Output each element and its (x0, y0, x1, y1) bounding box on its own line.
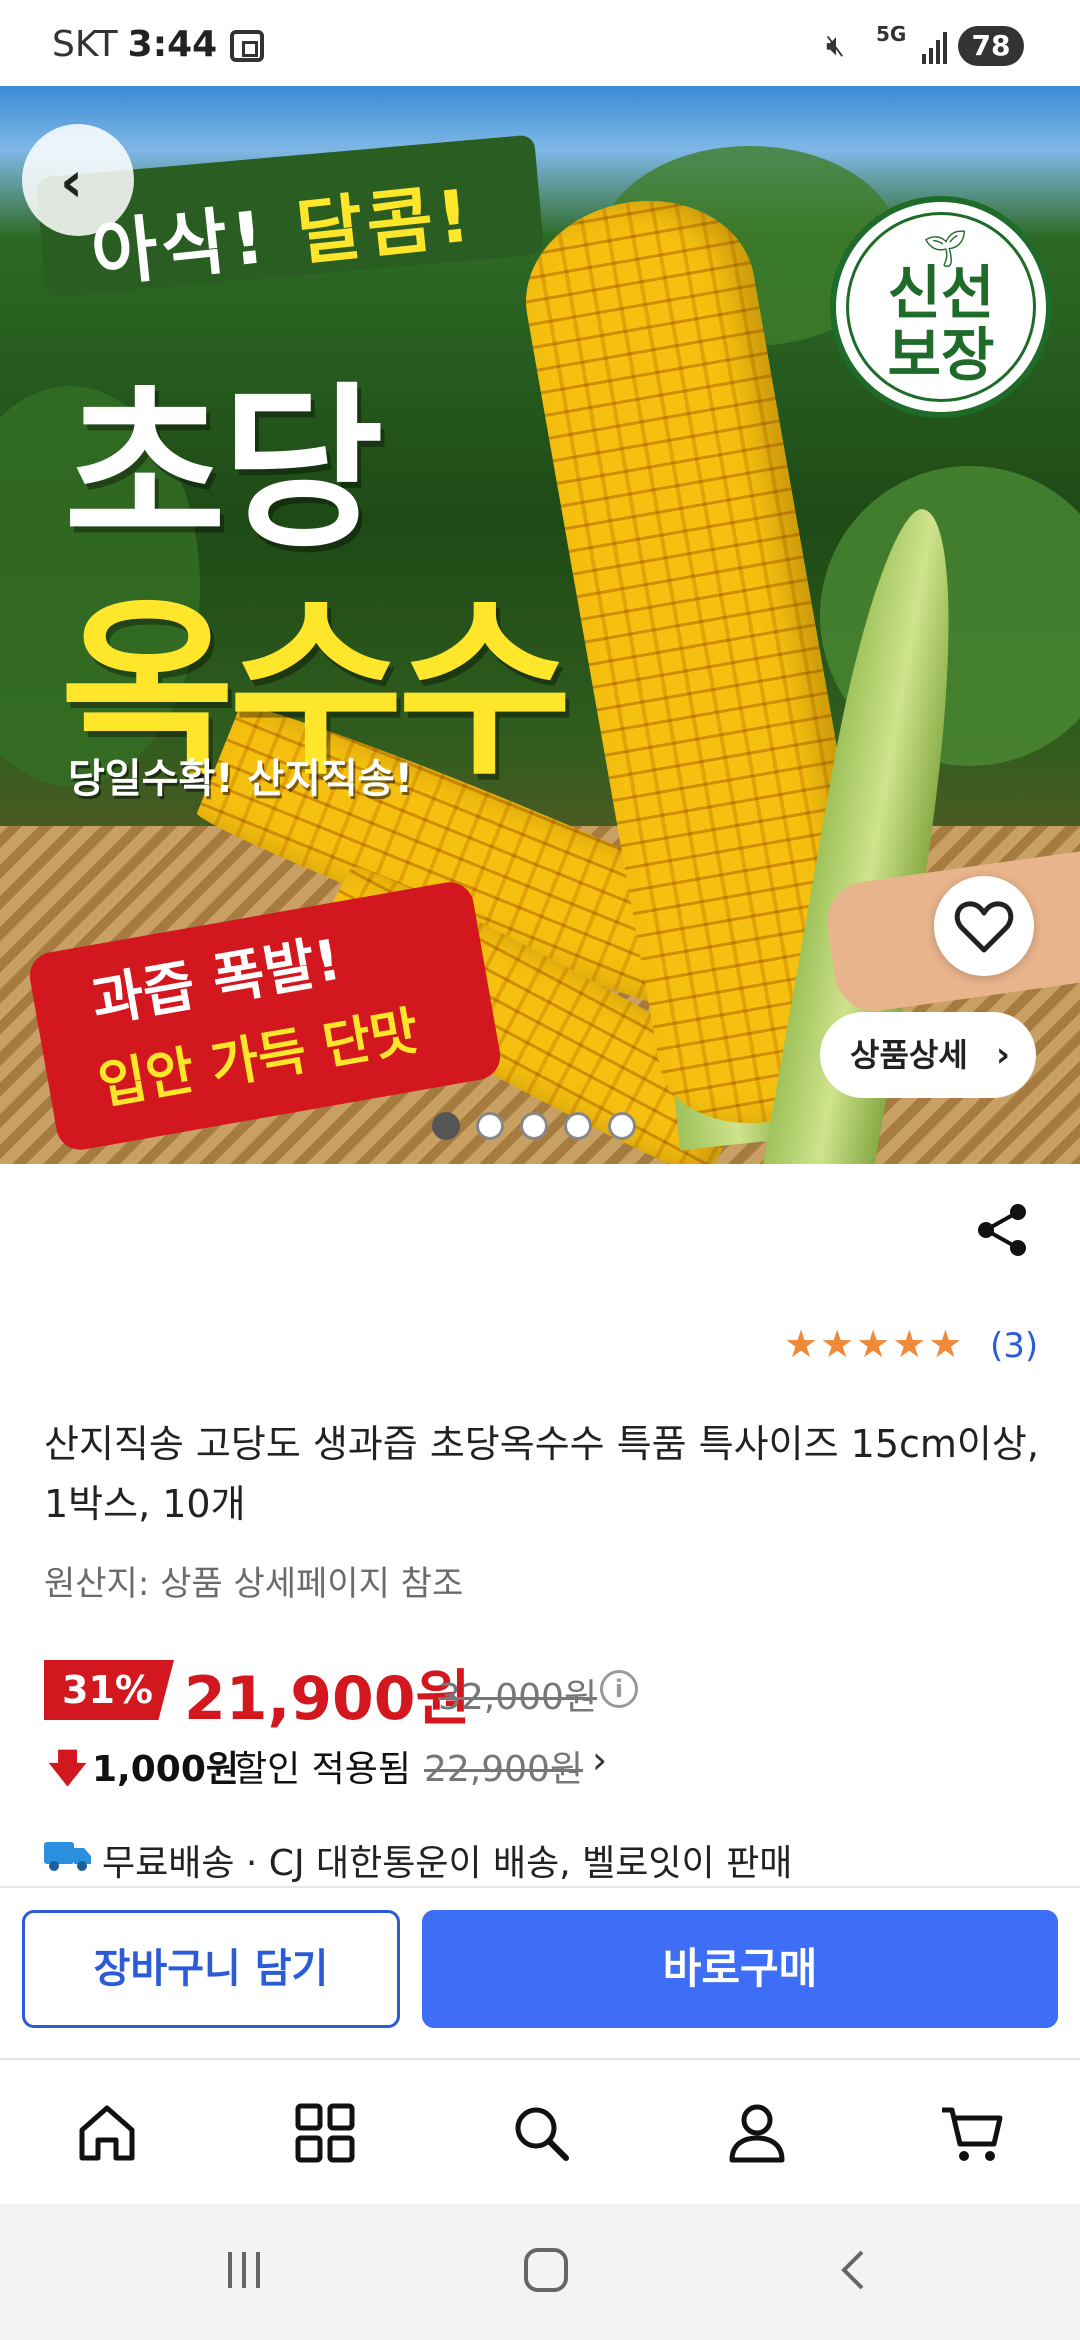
seal-text: 신선 보장 (836, 262, 1046, 386)
sale-price: 21,900원 (184, 1664, 471, 1734)
chevron-right-icon[interactable]: › (592, 1738, 607, 1782)
star-icon: ★ (856, 1322, 893, 1366)
system-navigation-bar (0, 2204, 1080, 2340)
carousel-dot[interactable] (520, 1112, 548, 1140)
status-time: 3:44 (127, 24, 218, 65)
5g-icon: 5G (876, 24, 906, 44)
product-title: 산지직송 고당도 생과즙 초당옥수수 특품 특사이즈 15cm이상, 1박스, … (44, 1422, 1039, 1526)
shipping-info: 무료배송 · CJ 대한통운이 배송, 벨로잇이 판매 (102, 1843, 793, 1884)
search-icon[interactable] (506, 2098, 576, 2168)
star-icon: ★ (820, 1322, 857, 1366)
carousel-dot[interactable] (608, 1112, 636, 1140)
wishlist-button[interactable] (934, 876, 1034, 976)
carousel-indicator (432, 1112, 652, 1144)
purchase-action-bar: 장바구니 담기 바로구매 (0, 1886, 1080, 2058)
cart-icon[interactable] (938, 2098, 1008, 2168)
status-bar: SKT 3:44 🔇︎ 5G 78 (0, 0, 1080, 86)
product-image-carousel[interactable]: 아삭! 달콤! 초당 옥수수 당일수확! 산지직송! 과즙 폭발! 입안 가득 … (0, 86, 1080, 1164)
recent-apps-icon[interactable] (220, 2246, 268, 2294)
share-icon[interactable] (972, 1200, 1032, 1260)
carousel-dot[interactable] (432, 1112, 460, 1140)
mute-icon: 🔇︎ (826, 28, 845, 63)
arrow-down-icon: 🡇 (48, 1746, 88, 1790)
tagline-part2: 달콤! (292, 173, 478, 276)
signal-icon (922, 32, 947, 64)
home-icon[interactable] (72, 2098, 142, 2168)
review-count[interactable]: (3) (990, 1326, 1038, 1366)
back-system-icon[interactable] (830, 2246, 878, 2294)
buy-now-button[interactable]: 바로구매 (422, 1910, 1058, 2028)
info-icon[interactable]: i (600, 1670, 638, 1708)
original-price: 32,000원 (438, 1677, 598, 1718)
star-icon: ★ (784, 1322, 821, 1366)
category-icon[interactable] (290, 2098, 360, 2168)
product-origin: 원산지: 상품 상세페이지 참조 (44, 1564, 464, 1604)
network-label: 5G (876, 22, 907, 46)
battery-icon: 78 (958, 26, 1024, 66)
heart-icon (954, 901, 1014, 953)
star-icon: ★ (928, 1322, 965, 1366)
screenshot-icon (230, 30, 264, 62)
battery-level: 78 (971, 29, 1011, 62)
coupon-price: 22,900원 (424, 1749, 584, 1790)
bottom-navigation (0, 2058, 1080, 2204)
add-to-cart-button[interactable]: 장바구니 담기 (22, 1910, 400, 2028)
product-detail-button[interactable]: 상품상세 › (820, 1012, 1036, 1098)
coupon-amount: 1,000원 (92, 1749, 239, 1790)
product-detail-label: 상품상세 (850, 1036, 968, 1074)
carrier-label: SKT (52, 24, 118, 65)
discount-badge: 31% (44, 1660, 174, 1720)
back-button[interactable]: ‹ (22, 124, 134, 236)
chevron-right-icon: › (995, 1035, 1010, 1075)
carousel-dot[interactable] (564, 1112, 592, 1140)
home-system-icon[interactable] (522, 2246, 570, 2294)
seal-line2: 보장 (887, 321, 995, 389)
status-carrier: SKT 3:44 (52, 24, 217, 65)
hero-subtag: 당일수확! 산지직송! (68, 756, 413, 802)
account-icon[interactable] (722, 2098, 792, 2168)
coupon-text: 할인 적용됨 (234, 1749, 412, 1790)
truck-icon (44, 1842, 91, 1871)
seal-line1: 신선 (887, 259, 995, 327)
freshness-seal: 🌱︎ 신선 보장 (830, 196, 1052, 418)
carousel-dot[interactable] (476, 1112, 504, 1140)
rating-stars: ★★★★★ (784, 1322, 964, 1366)
chevron-left-icon: ‹ (60, 150, 84, 215)
star-icon: ★ (892, 1322, 929, 1366)
